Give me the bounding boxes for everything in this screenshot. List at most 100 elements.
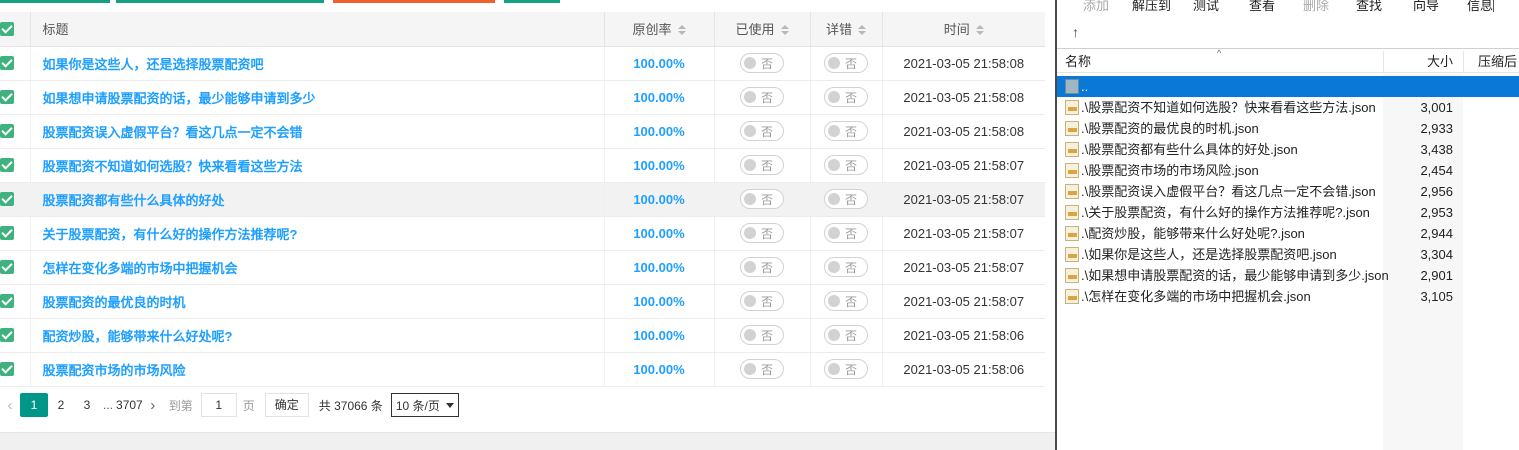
row-checkbox-cell[interactable] (0, 80, 31, 115)
file-row[interactable]: .\股票配资都有些什么具体的好处.json 3,438 (1057, 139, 1519, 160)
table-row[interactable]: 股票配资的最优良的时机 100.00% 否 否 2021-03-05 21:58:07 (0, 284, 1045, 319)
error-toggle[interactable]: 否 (824, 359, 868, 379)
row-checkbox[interactable] (0, 158, 14, 172)
row-checkbox-cell[interactable] (0, 250, 31, 285)
goto-confirm-button[interactable]: 确定 (264, 393, 309, 417)
file-row[interactable]: .\如果你是这些人，还是选择股票配资吧.json 3,304 (1057, 244, 1519, 265)
article-title-link[interactable]: 股票配资误入虚假平台？看这几点一定不会错 (43, 125, 303, 140)
used-toggle[interactable]: 否 (740, 87, 784, 107)
toolbar-button[interactable]: 解压到 (1132, 0, 1171, 14)
used-toggle[interactable]: 否 (740, 121, 784, 141)
row-checkbox[interactable] (0, 56, 14, 70)
file-row[interactable]: .\配资炒股，能够带来什么好处呢?.json 2,944 (1057, 223, 1519, 244)
used-toggle[interactable]: 否 (740, 223, 784, 243)
error-toggle[interactable]: 否 (824, 291, 868, 311)
used-toggle[interactable]: 否 (740, 325, 784, 345)
article-title-link[interactable]: 股票配资的最优良的时机 (43, 295, 186, 310)
article-title-link[interactable]: 股票配资不知道如何选股？快来看看这些方法 (43, 159, 303, 174)
table-row[interactable]: 如果你是这些人，还是选择股票配资吧 100.00% 否 否 2021-03-05 21:… (0, 46, 1045, 81)
table-row[interactable]: 股票配资不知道如何选股？快来看看这些方法 100.00% 否 否 2021-03-05 … (0, 148, 1045, 183)
sort-icon[interactable] (780, 25, 789, 36)
toolbar-button-green-1[interactable] (0, 0, 110, 3)
table-row[interactable]: 股票配资都有些什么具体的好处 100.00% 否 否 2021-03-05 21:58:… (0, 182, 1045, 217)
used-toggle[interactable]: 否 (740, 155, 784, 175)
toolbar-button[interactable]: 删除 (1303, 0, 1329, 14)
select-all-checkbox-cell[interactable] (0, 12, 31, 47)
error-toggle[interactable]: 否 (824, 223, 868, 243)
row-checkbox-cell[interactable] (0, 46, 31, 81)
column-divider[interactable] (1463, 51, 1464, 73)
toolbar-button-green-3[interactable] (504, 0, 560, 3)
file-row[interactable]: .\股票配资误入虚假平台？看这几点一定不会错.json 2,956 (1057, 181, 1519, 202)
article-title-link[interactable]: 如果想申请股票配资的话，最少能够申请到多少 (43, 91, 316, 106)
error-toggle[interactable]: 否 (824, 155, 868, 175)
row-checkbox-cell[interactable] (0, 182, 31, 217)
error-toggle[interactable]: 否 (824, 121, 868, 141)
table-row[interactable]: 股票配资市场的市场风险 100.00% 否 否 2021-03-05 21:58:06 (0, 352, 1045, 387)
column-header-time[interactable]: 时间 (882, 12, 1045, 47)
page-current[interactable]: 1 (20, 393, 48, 417)
column-header-used[interactable]: 已使用 (714, 12, 811, 47)
row-checkbox[interactable] (0, 124, 14, 138)
row-checkbox-cell[interactable] (0, 114, 31, 149)
article-title-link[interactable]: 如果你是这些人，还是选择股票配资吧 (43, 57, 264, 72)
table-row[interactable]: 配资炒股，能够带来什么好处呢? 100.00% 否 否 2021-03-05 21:58… (0, 318, 1045, 353)
row-checkbox[interactable] (0, 260, 14, 274)
article-title-link[interactable]: 怎样在变化多端的市场中把握机会 (43, 261, 238, 276)
toolbar-button[interactable]: 添加 (1083, 0, 1109, 14)
row-checkbox[interactable] (0, 362, 14, 376)
error-toggle[interactable]: 否 (824, 257, 868, 277)
page-link[interactable]: 3 (74, 393, 100, 417)
error-toggle[interactable]: 否 (824, 189, 868, 209)
row-checkbox-cell[interactable] (0, 284, 31, 319)
error-toggle[interactable]: 否 (824, 325, 868, 345)
horizontal-scrollbar[interactable] (0, 432, 1055, 450)
table-row[interactable]: 关于股票配资，有什么好的操作方法推荐呢? 100.00% 否 否 2021-03-05 … (0, 216, 1045, 251)
toolbar-button-orange[interactable] (333, 0, 495, 3)
toolbar-button[interactable]: 查看 (1249, 0, 1275, 14)
row-checkbox[interactable] (0, 294, 14, 308)
row-checkbox[interactable] (0, 328, 14, 342)
goto-page-input[interactable]: 1 (200, 393, 237, 417)
sort-icon[interactable] (677, 25, 686, 36)
used-toggle[interactable]: 否 (740, 257, 784, 277)
sort-icon[interactable] (975, 25, 984, 36)
up-folder-icon[interactable]: ↑ (1072, 24, 1079, 40)
file-row[interactable]: .\股票配资的最优良的时机.json 2,933 (1057, 118, 1519, 139)
column-header-rate[interactable]: 原创率 (604, 12, 715, 47)
column-name[interactable]: 名称 (1065, 51, 1091, 73)
error-toggle[interactable]: 否 (824, 53, 868, 73)
row-checkbox-cell[interactable] (0, 216, 31, 251)
sort-icon[interactable] (858, 25, 866, 36)
used-toggle[interactable]: 否 (740, 359, 784, 379)
table-row[interactable]: 如果想申请股票配资的话，最少能够申请到多少 100.00% 否 否 2021-03-05… (0, 80, 1045, 115)
toolbar-button[interactable]: 查找 (1356, 0, 1382, 14)
table-row[interactable]: 怎样在变化多端的市场中把握机会 100.00% 否 否 2021-03-05 21:58… (0, 250, 1045, 285)
parent-folder-row[interactable]: .. (1057, 76, 1519, 97)
row-checkbox-cell[interactable] (0, 352, 31, 387)
used-toggle[interactable]: 否 (740, 291, 784, 311)
file-row[interactable]: .\如果想申请股票配资的话，最少能够申请到多少.json 2,901 (1057, 265, 1519, 286)
column-packed-size[interactable]: 压缩后大 (1478, 51, 1519, 91)
page-size-select[interactable]: 10 条/页 (390, 393, 459, 417)
select-all-checkbox[interactable] (0, 21, 14, 36)
file-row[interactable]: .\怎样在变化多端的市场中把握机会.json 3,105 (1057, 286, 1519, 307)
row-checkbox[interactable] (0, 226, 14, 240)
toolbar-button[interactable]: 测试 (1193, 0, 1219, 14)
next-page-icon[interactable]: › (143, 397, 163, 414)
page-link-last[interactable]: 3707 (116, 393, 143, 417)
article-title-link[interactable]: 配资炒股，能够带来什么好处呢? (43, 329, 233, 344)
toolbar-button-green-2[interactable] (116, 0, 324, 3)
page-link[interactable]: 2 (48, 393, 74, 417)
toolbar-button[interactable]: 信息 (1467, 0, 1493, 14)
table-row[interactable]: 股票配资误入虚假平台？看这几点一定不会错 100.00% 否 否 2021-03-05 … (0, 114, 1045, 149)
file-row[interactable]: .\股票配资市场的市场风险.json 2,454 (1057, 160, 1519, 181)
row-checkbox-cell[interactable] (0, 318, 31, 353)
row-checkbox-cell[interactable] (0, 148, 31, 183)
article-title-link[interactable]: 股票配资市场的市场风险 (43, 363, 186, 378)
file-row[interactable]: .\关于股票配资，有什么好的操作方法推荐呢?.json 2,953 (1057, 202, 1519, 223)
used-toggle[interactable]: 否 (740, 189, 784, 209)
toolbar-button[interactable]: 向导 (1413, 0, 1439, 14)
row-checkbox[interactable] (0, 192, 14, 206)
article-title-link[interactable]: 股票配资都有些什么具体的好处 (43, 193, 225, 208)
